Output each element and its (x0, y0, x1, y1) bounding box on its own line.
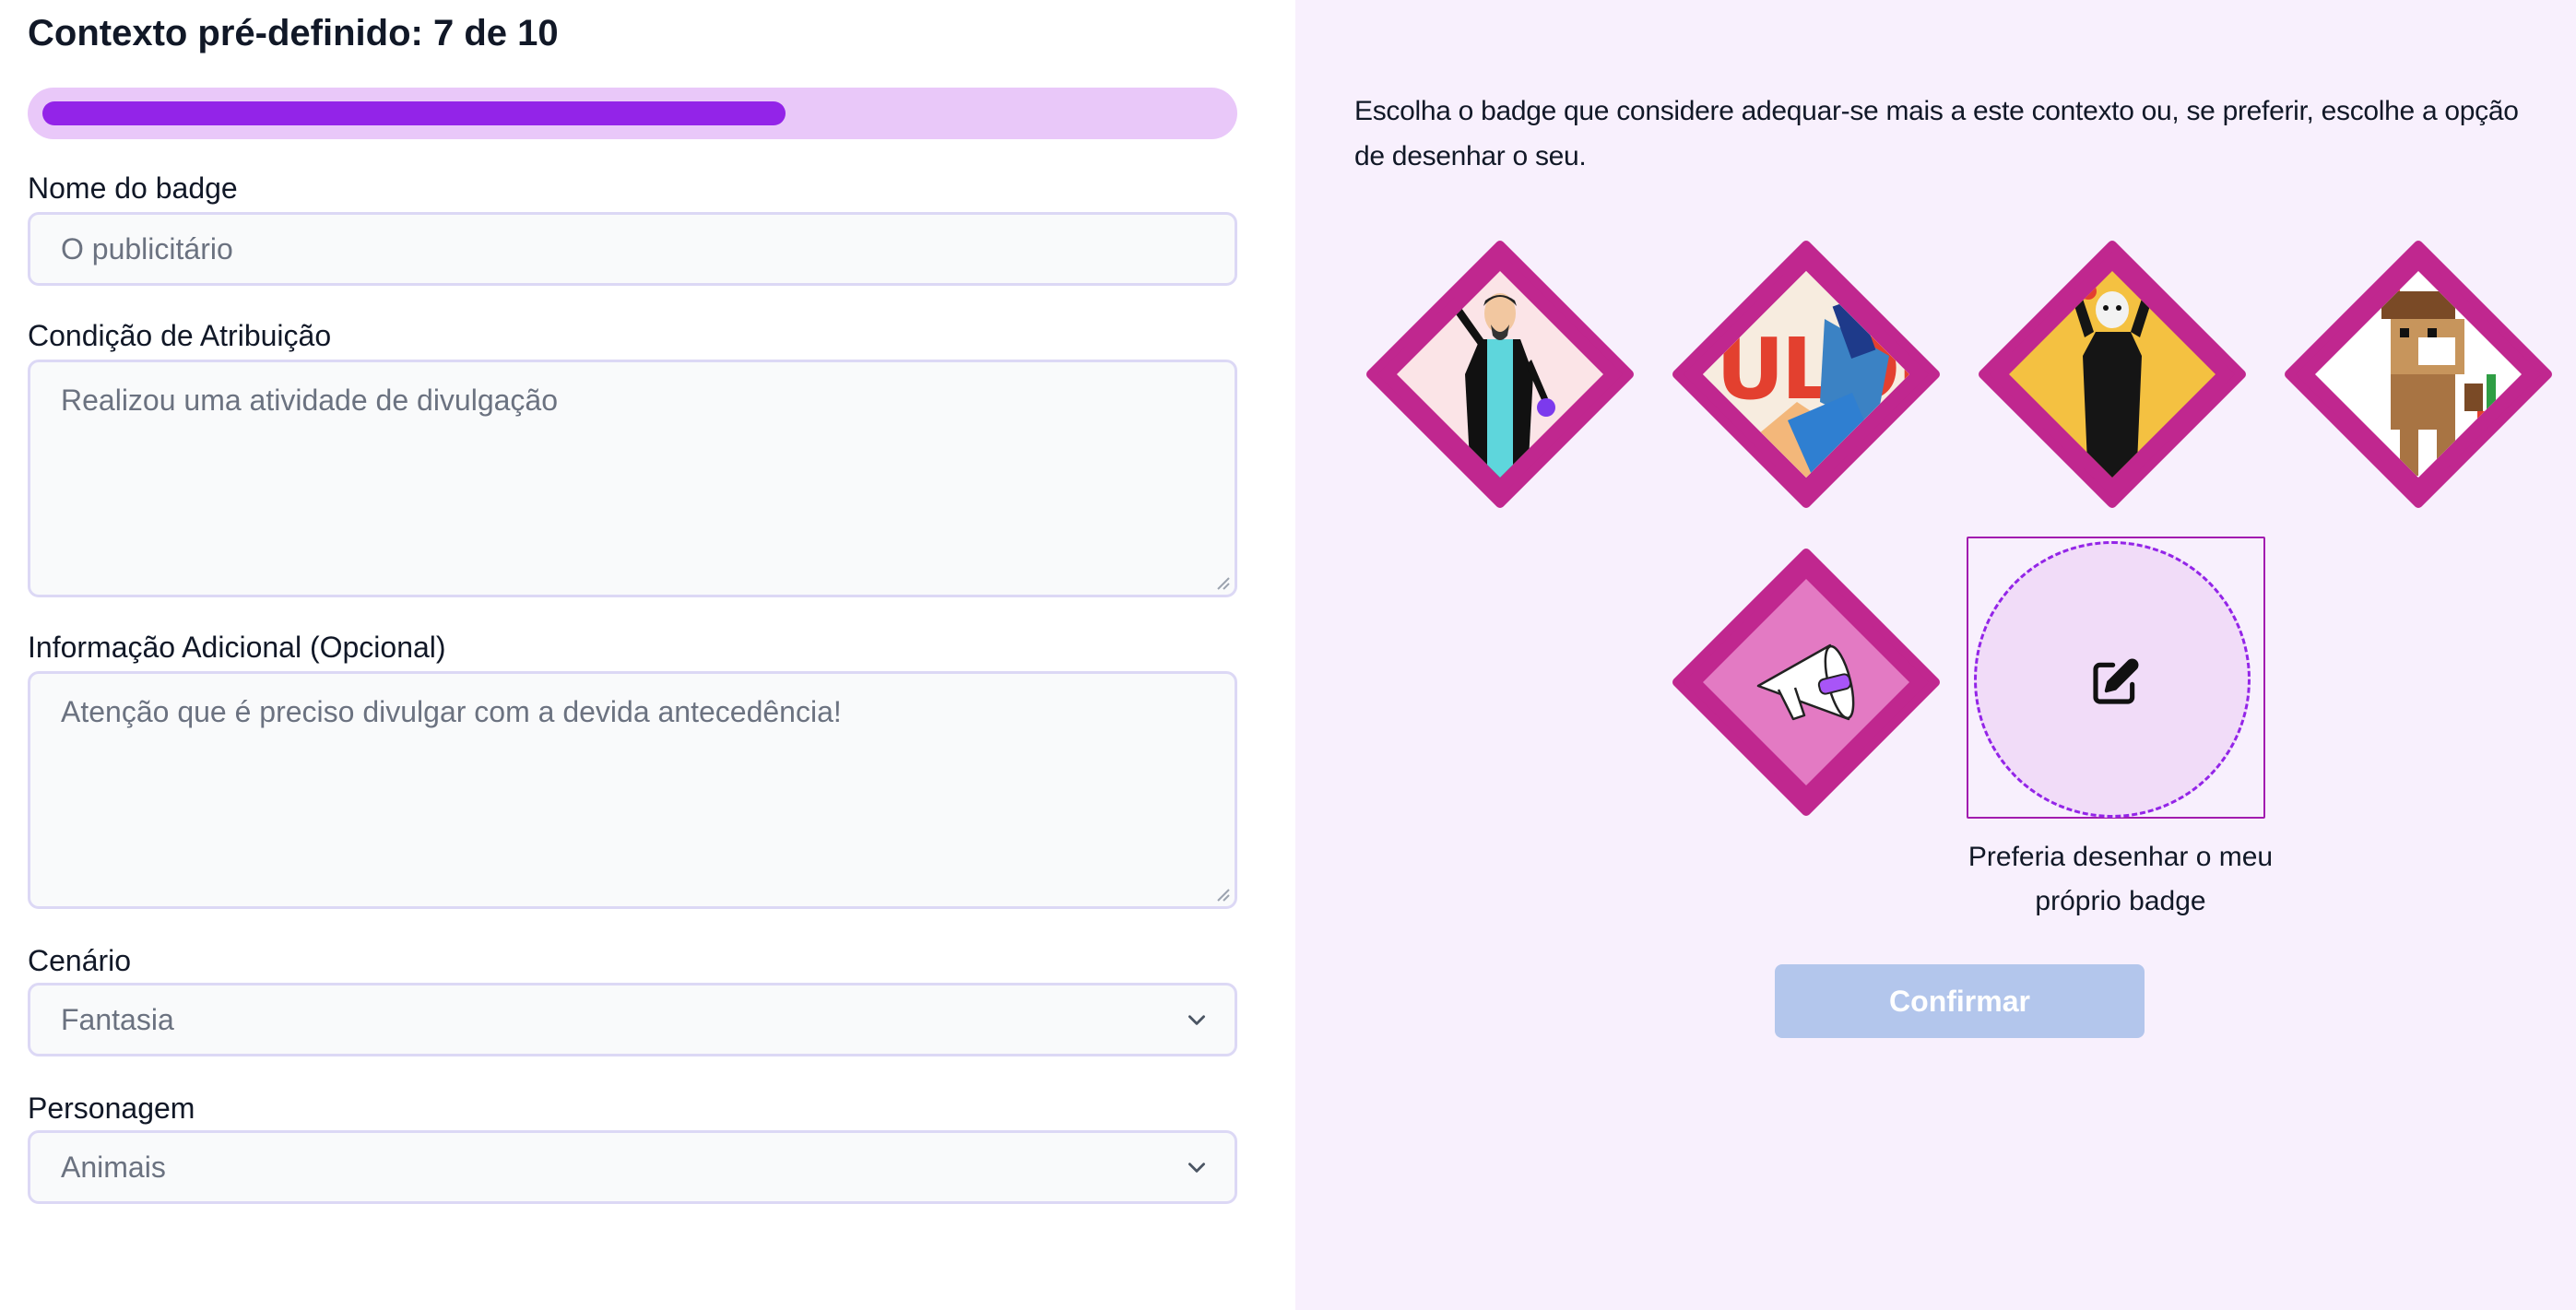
page-title: Contexto pré-definido: 7 de 10 (28, 13, 559, 53)
draw-own-badge-option[interactable] (1967, 537, 2265, 819)
character-label: Personagem (28, 1092, 195, 1125)
scenario-label: Cenário (28, 944, 132, 977)
progress-bar-fill (42, 101, 786, 125)
megaphone-badge-icon (1672, 549, 1940, 816)
additional-info-placeholder: Atenção que é preciso divulgar com a dev… (61, 695, 842, 728)
edit-pencil-icon (2093, 658, 2139, 704)
badge-name-input[interactable]: O publicitário (28, 212, 1237, 286)
character-selected-value: Animais (61, 1151, 166, 1184)
badge-name-label: Nome do badge (28, 171, 238, 205)
badge-option-5[interactable] (1668, 544, 1944, 820)
confirm-button[interactable]: Confirmar (1775, 964, 2145, 1038)
chevron-down-icon (1188, 1015, 1205, 1025)
resize-handle-icon[interactable] (1214, 574, 1231, 591)
resize-handle-icon[interactable] (1214, 886, 1231, 903)
additional-info-textarea[interactable]: Atenção que é preciso divulgar com a dev… (28, 671, 1237, 909)
character-select[interactable]: Animais (28, 1130, 1237, 1204)
badge-option-3[interactable] (1974, 236, 2251, 513)
chevron-down-icon (1188, 1162, 1205, 1173)
context-form-panel: Contexto pré-definido: 7 de 10 Nome do b… (0, 0, 1295, 1310)
condition-label: Condição de Atribuição (28, 319, 332, 352)
badge-name-placeholder: O publicitário (61, 232, 233, 266)
badge-option-4[interactable] (2280, 236, 2557, 513)
additional-info-label: Informação Adicional (Opcional) (28, 631, 446, 664)
collage-poster-badge-icon: ULOP (1672, 241, 1940, 508)
instruction-text: Escolha o badge que considere adequar-se… (1354, 96, 2519, 171)
draw-badge-circle (1974, 541, 2251, 818)
magician-badge-icon (1366, 241, 1634, 508)
badge-option-1[interactable] (1362, 236, 1638, 513)
conductor-badge-icon (1979, 241, 2246, 508)
scenario-select[interactable]: Fantasia (28, 983, 1237, 1056)
scenario-selected-value: Fantasia (61, 1003, 174, 1036)
condition-textarea[interactable]: Realizou uma atividade de divulgação (28, 360, 1237, 597)
progress-bar (28, 88, 1237, 139)
condition-placeholder: Realizou uma atividade de divulgação (61, 384, 559, 417)
draw-own-badge-label: Preferia desenhar o meu próprio badge (1967, 842, 2274, 916)
badge-option-2[interactable]: ULOP (1668, 236, 1944, 513)
pixel-camel-badge-icon (2285, 241, 2552, 508)
badge-selection-panel: Escolha o badge que considere adequar-se… (1295, 0, 2576, 1310)
